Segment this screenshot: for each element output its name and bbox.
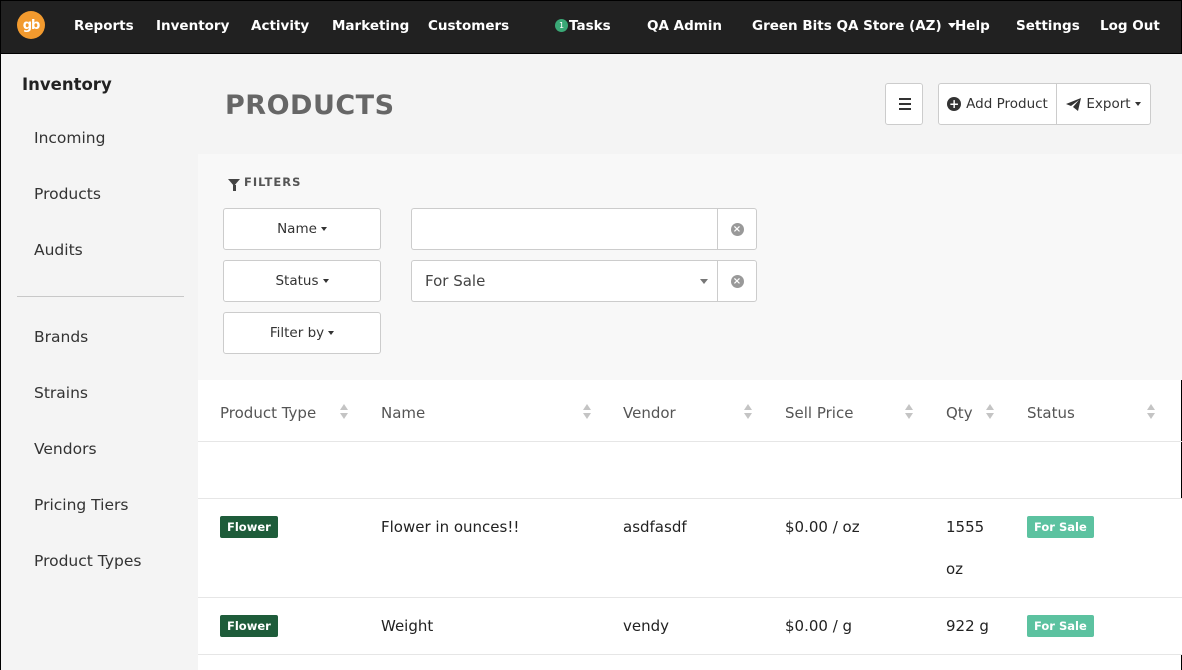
- chevron-down-icon: [320, 227, 327, 231]
- filters-heading: FILTERS: [228, 175, 302, 191]
- sidebar-item-audits[interactable]: Audits: [34, 241, 83, 259]
- status-filter-button[interactable]: Status: [223, 260, 381, 302]
- chevron-down-icon: [1134, 102, 1141, 106]
- column-header-product-type[interactable]: Product Type: [220, 404, 316, 422]
- product-name[interactable]: Flower in ounces!!: [381, 518, 519, 536]
- nav-user[interactable]: QA Admin: [647, 18, 722, 34]
- status-filter-value: For Sale: [425, 272, 486, 290]
- sell-price: $0.00 / oz: [785, 518, 860, 536]
- column-header-name[interactable]: Name: [381, 404, 425, 422]
- tasks-count-badge: 1: [555, 19, 568, 32]
- export-button[interactable]: Export: [1057, 84, 1150, 124]
- sidebar-item-vendors[interactable]: Vendors: [34, 440, 97, 458]
- sort-icon[interactable]: [744, 404, 753, 420]
- product-type-badge: Flower: [220, 516, 278, 538]
- sidebar-item-product-types[interactable]: Product Types: [34, 552, 141, 570]
- name-filter-input[interactable]: [411, 208, 718, 250]
- quantity: 1555 oz: [946, 518, 985, 578]
- close-icon: ×: [730, 274, 744, 288]
- sell-price: $0.00 / g: [785, 617, 853, 635]
- top-navbar: gb Reports Inventory Activity Marketing …: [0, 0, 1182, 54]
- hamburger-icon: [899, 98, 911, 100]
- sort-icon[interactable]: [1147, 404, 1156, 420]
- sort-icon[interactable]: [583, 404, 592, 420]
- menu-button[interactable]: [885, 83, 923, 125]
- sidebar-divider: [17, 296, 184, 297]
- action-button-group: + Add Product Export: [938, 83, 1151, 125]
- page-title: PRODUCTS: [225, 90, 395, 121]
- close-icon: ×: [730, 222, 744, 236]
- product-type-badge: Flower: [220, 615, 278, 637]
- store-name: Green Bits QA Store (AZ): [752, 18, 942, 34]
- filters-label: FILTERS: [244, 175, 302, 189]
- column-header-status[interactable]: Status: [1027, 404, 1075, 422]
- sort-icon[interactable]: [340, 404, 349, 420]
- clear-name-filter-button[interactable]: ×: [717, 208, 757, 250]
- name-filter-label: Name: [277, 221, 317, 237]
- status-filter-label: Status: [275, 273, 319, 289]
- sidebar-item-brands[interactable]: Brands: [34, 328, 88, 346]
- green-bits-logo[interactable]: gb: [17, 11, 45, 39]
- filter-by-label: Filter by: [269, 325, 325, 341]
- name-filter-button[interactable]: Name: [223, 208, 381, 250]
- vendor-name: vendy: [623, 617, 670, 635]
- sort-icon[interactable]: [905, 404, 914, 420]
- column-header-sell-price[interactable]: Sell Price: [785, 404, 853, 422]
- status-badge: For Sale: [1027, 615, 1094, 637]
- quantity: 922 g: [946, 617, 989, 635]
- product-name[interactable]: Weight: [381, 617, 433, 635]
- nav-tasks[interactable]: 1 Tasks: [555, 18, 611, 34]
- paper-plane-icon: [1066, 97, 1082, 111]
- table-divider: [198, 654, 1182, 655]
- store-selector[interactable]: Green Bits QA Store (AZ): [752, 18, 956, 34]
- sidebar: Inventory Incoming Products Audits Brand…: [0, 54, 198, 670]
- nav-customers[interactable]: Customers: [428, 18, 509, 34]
- nav-activity[interactable]: Activity: [251, 18, 309, 34]
- chevron-down-icon: [700, 279, 708, 284]
- tasks-label: Tasks: [569, 18, 611, 34]
- chevron-down-icon: [322, 279, 329, 283]
- sidebar-item-incoming[interactable]: Incoming: [34, 129, 105, 147]
- main-content: PRODUCTS + Add Product Export FILTERS Na…: [198, 54, 1182, 670]
- nav-help[interactable]: Help: [955, 18, 990, 34]
- filters-panel: FILTERS Name × Status For Sale × Filter …: [198, 154, 1182, 380]
- nav-logout[interactable]: Log Out: [1100, 18, 1160, 34]
- column-header-qty[interactable]: Qty: [946, 404, 973, 422]
- status-badge: For Sale: [1027, 516, 1094, 538]
- sidebar-item-strains[interactable]: Strains: [34, 384, 88, 402]
- plus-circle-icon: +: [947, 97, 962, 111]
- vendor-name: asdfasdf: [623, 518, 687, 536]
- table-row[interactable]: [198, 499, 1182, 597]
- sidebar-item-pricing-tiers[interactable]: Pricing Tiers: [34, 496, 128, 514]
- nav-settings[interactable]: Settings: [1016, 18, 1080, 34]
- column-header-vendor[interactable]: Vendor: [623, 404, 676, 422]
- sidebar-title: Inventory: [22, 75, 112, 94]
- filter-by-button[interactable]: Filter by: [223, 312, 381, 354]
- sort-icon[interactable]: [986, 404, 995, 420]
- nav-reports[interactable]: Reports: [74, 18, 134, 34]
- add-product-label: Add Product: [966, 96, 1048, 112]
- export-label: Export: [1086, 96, 1131, 112]
- status-filter-select[interactable]: For Sale: [411, 260, 718, 302]
- filter-icon: [228, 178, 240, 191]
- page-header: PRODUCTS + Add Product Export: [198, 54, 1182, 154]
- clear-status-filter-button[interactable]: ×: [717, 260, 757, 302]
- chevron-down-icon: [328, 331, 335, 335]
- sidebar-item-products[interactable]: Products: [34, 185, 101, 203]
- nav-inventory[interactable]: Inventory: [156, 18, 229, 34]
- add-product-button[interactable]: + Add Product: [939, 84, 1057, 124]
- table-divider: [198, 441, 1182, 442]
- nav-marketing[interactable]: Marketing: [332, 18, 409, 34]
